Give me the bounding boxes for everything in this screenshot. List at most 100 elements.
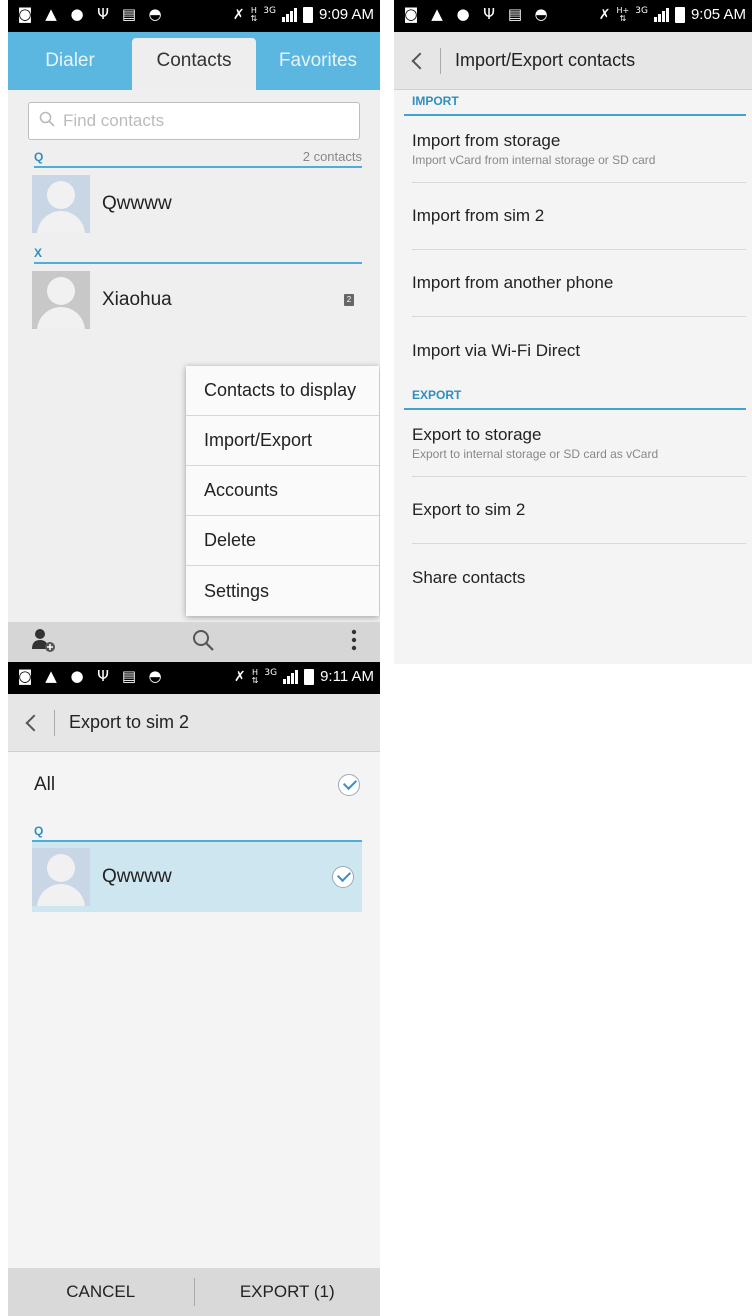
- screenshot-icon: ◙: [17, 4, 33, 23]
- import-from-storage-item[interactable]: Import from storage Import vCard from in…: [412, 116, 746, 183]
- item-title: Import from storage: [412, 131, 561, 150]
- android-icon: ◓: [148, 666, 162, 685]
- section-letter: X: [34, 246, 43, 260]
- contact-name: Xiaohua: [102, 289, 172, 310]
- import-from-another-phone-item[interactable]: Import from another phone: [412, 250, 746, 317]
- import-from-sim-item[interactable]: Import from sim 2: [412, 183, 746, 250]
- app-icon: ●: [70, 666, 84, 685]
- checkmark-icon[interactable]: [338, 774, 360, 796]
- android-icon: ◓: [148, 4, 162, 23]
- battery-icon: [304, 668, 315, 685]
- tab-dialer[interactable]: Dialer: [8, 32, 132, 90]
- divider: [54, 709, 55, 736]
- import-via-wifi-direct-item[interactable]: Import via Wi-Fi Direct: [412, 317, 746, 384]
- import-export-screen: ◙ ▲ ● Ψ ▤ ◓ ✗ H+ ⇅ 3G 9:05 AM Import/Expo…: [394, 0, 752, 664]
- status-bar: ◙ ▲ ● Ψ ▤ ◓ ✗ H ⇅ 3G 9:11 AM: [8, 662, 380, 694]
- menu-item-import-export[interactable]: Import/Export: [186, 416, 379, 466]
- item-title: Export to sim 2: [412, 500, 526, 519]
- warning-icon: ▲: [45, 4, 57, 23]
- item-title: Export to storage: [412, 425, 542, 444]
- clock: 9:11 AM: [320, 668, 374, 685]
- section-header-q: Q: [32, 818, 362, 842]
- overflow-menu: Contacts to display Import/Export Accoun…: [186, 366, 379, 616]
- contacts-screen: ◙ ▲ ● Ψ ▤ ◓ ✗ H ⇅ 3G 9:09 AM Dialer Conta…: [8, 0, 380, 662]
- item-title: Share contacts: [412, 567, 526, 587]
- signal-icon: [281, 7, 297, 22]
- avatar: [32, 175, 90, 233]
- export-to-sim-item[interactable]: Export to sim 2: [412, 477, 746, 544]
- contact-row[interactable]: Qwwww: [8, 168, 380, 240]
- select-all-label: All: [34, 774, 56, 795]
- item-title: Import via Wi-Fi Direct: [412, 340, 581, 360]
- android-icon: ◓: [534, 4, 548, 23]
- checkmark-icon[interactable]: [332, 866, 354, 888]
- battery-icon: [302, 6, 313, 23]
- mute-icon: ✗: [232, 6, 245, 23]
- clock: 9:09 AM: [318, 6, 374, 23]
- app-icon: ●: [456, 4, 470, 23]
- search-input[interactable]: Find contacts: [28, 102, 360, 140]
- clock: 9:05 AM: [690, 6, 746, 23]
- screenshot-icon: ◙: [17, 666, 33, 685]
- search-icon[interactable]: [191, 628, 215, 657]
- contact-row[interactable]: Xiaohua 2: [8, 264, 380, 336]
- selected-contact-row[interactable]: Qwwww: [32, 842, 362, 912]
- avatar: [32, 271, 90, 329]
- signal-icon: [283, 669, 299, 684]
- tab-favorites[interactable]: Favorites: [256, 32, 380, 90]
- network-type: 3G: [263, 6, 276, 16]
- menu-item-settings[interactable]: Settings: [186, 566, 379, 616]
- action-bar: Import/Export contacts: [394, 32, 752, 90]
- divider: [440, 47, 441, 74]
- bottom-action-bar: [8, 622, 380, 662]
- section-header-q: Q 2 contacts: [34, 144, 362, 168]
- screenshot-icon: ◙: [403, 4, 419, 23]
- network-type: 3G: [635, 6, 648, 16]
- cancel-button[interactable]: CANCEL: [8, 1282, 194, 1302]
- action-bar: Export to sim 2: [8, 694, 380, 752]
- menu-item-accounts[interactable]: Accounts: [186, 466, 379, 516]
- page-title: Import/Export contacts: [455, 50, 636, 70]
- mute-icon: ✗: [233, 668, 246, 685]
- tab-bar: Dialer Contacts Favorites: [8, 32, 380, 90]
- sim-badge-icon: 2: [344, 294, 354, 306]
- data-indicator-icon: H ⇅: [250, 5, 258, 23]
- usb-icon: Ψ: [483, 4, 495, 23]
- contact-count: 2 contacts: [302, 149, 362, 164]
- item-subtitle: Import vCard from internal storage or SD…: [412, 153, 656, 167]
- search-icon: [39, 111, 55, 132]
- footer-bar: CANCEL EXPORT (1): [8, 1268, 380, 1316]
- section-letter: Q: [34, 824, 44, 838]
- data-indicator-icon: H+ ⇅: [616, 5, 630, 23]
- signal-icon: [653, 7, 669, 22]
- select-all-row[interactable]: All: [8, 752, 380, 818]
- storage-icon: ▤: [121, 666, 137, 685]
- tab-contacts[interactable]: Contacts: [132, 38, 256, 90]
- export-to-storage-item[interactable]: Export to storage Export to internal sto…: [412, 410, 746, 477]
- warning-icon: ▲: [45, 666, 57, 685]
- menu-item-delete[interactable]: Delete: [186, 516, 379, 566]
- app-icon: ●: [70, 4, 84, 23]
- warning-icon: ▲: [431, 4, 443, 23]
- share-contacts-item[interactable]: Share contacts: [412, 544, 746, 611]
- data-indicator-icon: H ⇅: [251, 667, 259, 685]
- search-placeholder: Find contacts: [63, 111, 165, 130]
- section-header-x: X: [34, 240, 362, 264]
- back-icon[interactable]: [22, 712, 44, 734]
- menu-item-contacts-to-display[interactable]: Contacts to display: [186, 366, 379, 416]
- page-title: Export to sim 2: [69, 712, 190, 732]
- import-section-header: IMPORT: [404, 90, 746, 116]
- storage-icon: ▤: [507, 4, 523, 23]
- back-icon[interactable]: [408, 50, 430, 72]
- export-sim-screen: ◙ ▲ ● Ψ ▤ ◓ ✗ H ⇅ 3G 9:11 AM Export to si…: [8, 662, 380, 1316]
- status-bar: ◙ ▲ ● Ψ ▤ ◓ ✗ H ⇅ 3G 9:09 AM: [8, 0, 380, 32]
- avatar: [32, 848, 90, 906]
- export-button[interactable]: EXPORT (1): [195, 1282, 381, 1302]
- status-bar: ◙ ▲ ● Ψ ▤ ◓ ✗ H+ ⇅ 3G 9:05 AM: [394, 0, 752, 32]
- add-contact-icon[interactable]: [30, 627, 56, 658]
- section-letter: Q: [34, 150, 44, 164]
- overflow-menu-icon[interactable]: [350, 629, 358, 656]
- item-title: Import from sim 2: [412, 206, 545, 225]
- usb-icon: Ψ: [97, 666, 109, 685]
- storage-icon: ▤: [121, 4, 137, 23]
